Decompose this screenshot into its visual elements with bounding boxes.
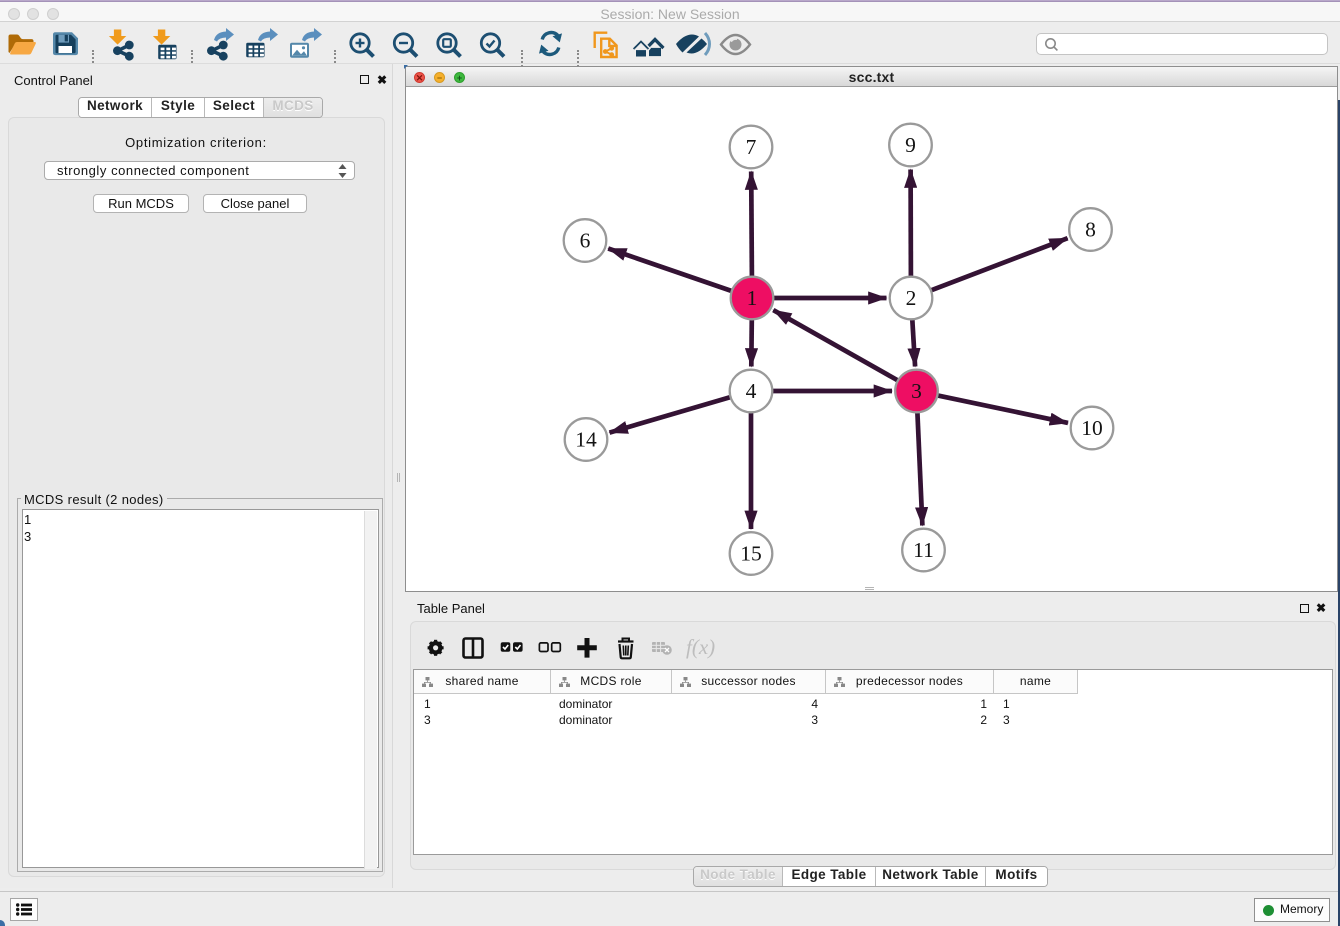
svg-text:6: 6 — [580, 229, 591, 253]
svg-text:7: 7 — [746, 135, 757, 159]
svg-text:1: 1 — [747, 286, 758, 310]
svg-text:14: 14 — [575, 428, 597, 452]
svg-text:11: 11 — [913, 538, 934, 562]
svg-text:f(x): f(x) — [686, 635, 715, 659]
svg-text:10: 10 — [1081, 416, 1103, 440]
svg-text:15: 15 — [740, 542, 762, 566]
svg-text:4: 4 — [746, 379, 757, 403]
svg-text:3: 3 — [911, 379, 922, 403]
svg-text:8: 8 — [1085, 218, 1096, 242]
svg-text:2: 2 — [906, 286, 917, 310]
svg-text:9: 9 — [905, 133, 916, 157]
